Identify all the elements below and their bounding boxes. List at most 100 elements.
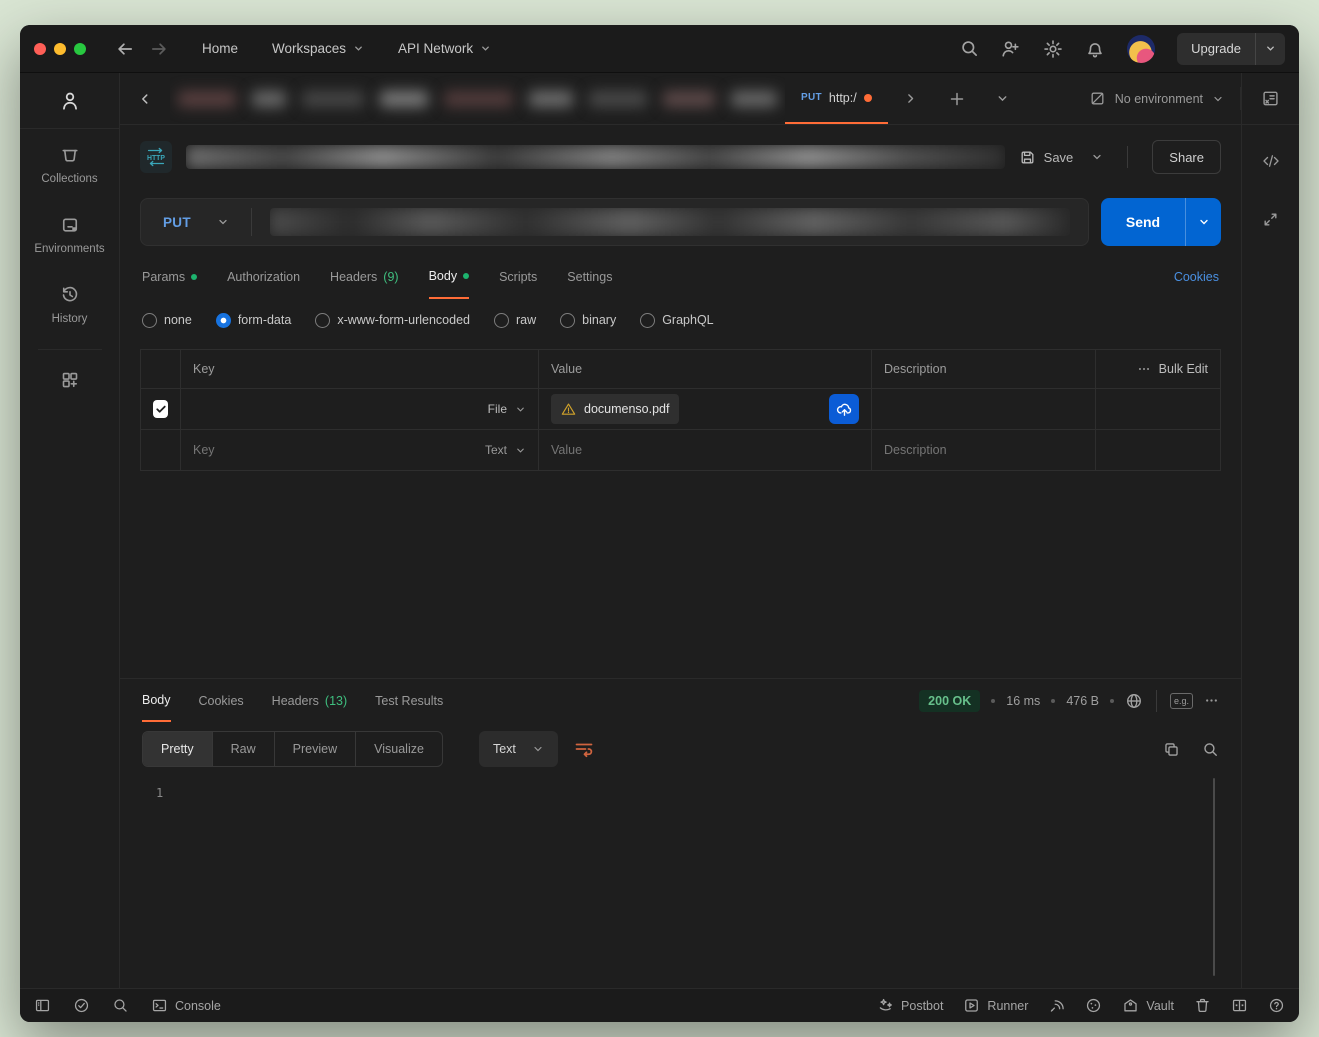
cookies-icon[interactable] [1085,997,1102,1014]
divider [1127,146,1128,168]
sidebar-item-environments[interactable]: Environments [20,199,119,269]
tab-authorization[interactable]: Authorization [227,255,300,299]
radio-binary[interactable]: binary [560,313,616,328]
vault-button[interactable]: Vault [1122,997,1174,1014]
response-body-editor[interactable]: 1 [120,776,1241,988]
description-input[interactable] [884,443,1083,457]
console-button[interactable]: Console [151,997,221,1014]
nav-api-network[interactable]: API Network [398,41,491,56]
search-response-icon[interactable] [1202,741,1219,758]
start-proxy-capture-icon[interactable] [1048,997,1065,1014]
maximize-window-button[interactable] [74,43,86,55]
response-format-dropdown[interactable]: Text [479,731,558,767]
tabs-scroll-right-icon[interactable] [888,73,934,124]
tab-settings[interactable]: Settings [567,255,612,299]
cloud-upload-icon [836,401,853,418]
view-preview[interactable]: Preview [275,732,356,766]
postbot-label: Postbot [901,999,943,1013]
vertical-scrollbar[interactable] [1213,778,1215,976]
environment-selector[interactable]: No environment [1073,73,1240,124]
sidebar-item-history[interactable]: History [20,269,119,339]
two-pane-layout-icon[interactable] [1231,997,1248,1014]
active-request-tab[interactable]: PUT http:/ [785,73,888,124]
method-dropdown[interactable]: PUT [141,215,251,230]
sidebar-item-collections[interactable]: Collections [20,129,119,199]
radio-form-data[interactable]: form-data [216,313,292,328]
key-cell[interactable]: File [181,389,539,429]
upgrade-chevron-icon[interactable] [1255,33,1285,65]
save-as-example-icon[interactable]: e.g. [1170,693,1193,709]
radio-graphql[interactable]: GraphQL [640,313,713,328]
send-options-chevron-icon[interactable] [1185,198,1221,246]
trash-icon[interactable] [1194,997,1211,1014]
view-pretty[interactable]: Pretty [143,732,213,766]
tab-headers[interactable]: Headers (9) [330,255,399,299]
row-checkbox-checked[interactable] [153,400,168,418]
runner-button[interactable]: Runner [963,997,1028,1014]
user-avatar[interactable] [1127,35,1155,63]
expand-panel-icon[interactable] [1262,211,1279,228]
response-tab-headers[interactable]: Headers (13) [272,679,347,722]
save-button[interactable]: Save [1019,149,1074,166]
minimize-window-button[interactable] [54,43,66,55]
radio-x-www-form-urlencoded[interactable]: x-www-form-urlencoded [315,313,470,328]
save-options-chevron-icon[interactable] [1091,151,1103,163]
value-type-dropdown[interactable]: Text [485,443,526,457]
description-cell[interactable] [872,389,1096,429]
key-input[interactable] [193,443,413,457]
cookies-link[interactable]: Cookies [1174,270,1219,284]
environment-quick-look-icon[interactable] [1242,73,1299,125]
response-tab-test-results[interactable]: Test Results [375,679,443,722]
nav-home[interactable]: Home [202,41,238,56]
nav-workspaces[interactable]: Workspaces [272,41,364,56]
row-checkbox-empty [141,430,181,470]
tab-options-chevron-icon[interactable] [980,73,1026,124]
view-visualize[interactable]: Visualize [356,732,442,766]
notifications-bell-icon[interactable] [1085,39,1105,59]
file-chip[interactable]: documenso.pdf [551,394,679,424]
tab-scripts[interactable]: Scripts [499,255,537,299]
sidebar-divider [38,349,102,350]
radio-raw[interactable]: raw [494,313,536,328]
tab-body[interactable]: Body [429,255,470,299]
bulk-edit-control[interactable]: Bulk Edit [1096,350,1220,388]
radio-none[interactable]: none [142,313,192,328]
unsaved-changes-dot [864,94,872,102]
postbot-button[interactable]: Postbot [877,997,943,1014]
send-button[interactable]: Send [1101,198,1221,246]
response-tab-body[interactable]: Body [142,679,171,722]
copy-response-icon[interactable] [1163,741,1180,758]
sidebar-item-add-module[interactable] [20,354,119,404]
code-snippet-icon[interactable] [1261,151,1281,171]
upload-file-button[interactable] [829,394,859,424]
value-input[interactable] [551,443,859,457]
search-icon[interactable] [960,39,979,58]
new-tab-plus-icon[interactable] [934,73,980,124]
tabs-scroll-left-icon[interactable] [120,73,170,124]
network-globe-icon[interactable] [1125,692,1143,710]
response-time[interactable]: 16 ms [1006,694,1040,708]
upgrade-button[interactable]: Upgrade [1177,33,1285,65]
settings-gear-icon[interactable] [1043,39,1063,59]
close-window-button[interactable] [34,43,46,55]
response-tab-cookies[interactable]: Cookies [199,679,244,722]
view-raw[interactable]: Raw [213,732,275,766]
api-health-check-icon[interactable] [73,997,90,1014]
response-more-options-icon[interactable] [1204,693,1219,708]
tab-params[interactable]: Params [142,255,197,299]
radio-form-data-label: form-data [238,313,292,327]
help-icon[interactable] [1268,997,1285,1014]
redacted-url-input[interactable] [270,208,1070,236]
value-type-dropdown[interactable]: File [488,402,526,416]
forward-icon[interactable] [142,40,176,58]
invite-user-icon[interactable] [1001,39,1021,59]
redacted-tab [302,91,364,107]
wrap-text-icon[interactable] [574,739,594,759]
find-and-replace-icon[interactable] [112,997,129,1014]
sidebar-item-profile[interactable] [20,73,119,128]
share-button[interactable]: Share [1152,140,1221,174]
response-size[interactable]: 476 B [1066,694,1099,708]
back-icon[interactable] [108,40,142,58]
toggle-sidebar-icon[interactable] [34,997,51,1014]
status-badge[interactable]: 200 OK [919,690,980,712]
